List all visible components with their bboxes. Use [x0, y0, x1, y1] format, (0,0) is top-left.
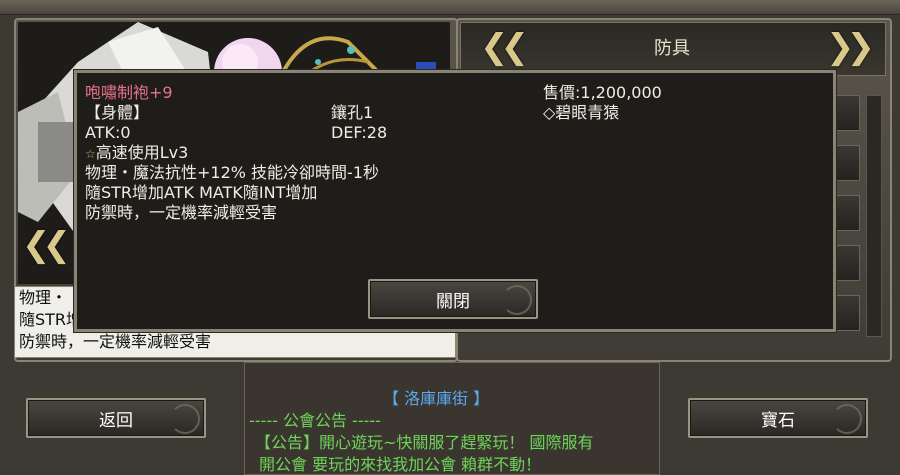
close-button-label: 關閉	[436, 291, 470, 312]
item-slots: 鑲孔1	[331, 103, 374, 122]
item-skill: ☆高速使用Lv3	[85, 143, 188, 164]
item-price: 售價:1,200,000	[543, 83, 662, 102]
announcement-panel: 【 洛庫庫街 】 ----- 公會公告 ----- 【公告】開心遊玩~快關服了趕…	[244, 362, 660, 475]
equipment-slot[interactable]	[832, 95, 860, 131]
category-title: 防具	[654, 38, 690, 59]
description-line-3: 防禦時，一定機率減輕受害	[19, 332, 212, 351]
back-button[interactable]: 返回	[26, 398, 206, 438]
swirl-ornament-icon	[170, 404, 200, 434]
guild-notice-line-2: 開公會 要玩的來找我加公會 賴群不動！	[259, 455, 542, 474]
equipment-slot[interactable]	[832, 295, 860, 331]
item-effect-2: 隨STR增加ATK MATK隨INT增加	[85, 183, 318, 202]
close-button[interactable]: 關閉	[368, 279, 538, 319]
swirl-ornament-icon	[832, 404, 862, 434]
location-label: 【 洛庫庫街 】	[383, 389, 490, 408]
list-scrollbar[interactable]	[866, 95, 882, 337]
item-def: DEF:28	[331, 123, 388, 142]
item-skill-label: 高速使用Lv3	[95, 143, 189, 162]
prev-character-chevron-icon[interactable]: ❮❮	[22, 228, 71, 262]
gem-button-label: 寶石	[761, 410, 795, 431]
gem-button[interactable]: 寶石	[688, 398, 868, 438]
item-type: 【身體】	[85, 103, 150, 122]
swirl-ornament-icon	[502, 285, 532, 315]
item-name: 咆嘯制袍+9	[85, 83, 173, 102]
back-button-label: 返回	[99, 410, 133, 431]
equipment-slot[interactable]	[832, 245, 860, 281]
item-effect-3: 防禦時，一定機率減輕受害	[85, 203, 278, 222]
item-card: ◇碧眼青猿	[543, 103, 620, 122]
guild-notice-header: ----- 公會公告 -----	[249, 411, 381, 430]
star-icon: ☆	[85, 147, 96, 161]
equipment-slot[interactable]	[832, 195, 860, 231]
item-atk: ATK:0	[85, 123, 131, 142]
item-effect-1: 物理・魔法抗性+12% 技能冷卻時間-1秒	[85, 163, 380, 182]
top-bar	[0, 0, 900, 15]
guild-notice-line-1: 【公告】開心遊玩~快關服了趕緊玩！ 國際服有	[255, 433, 594, 452]
equipment-slot[interactable]	[832, 145, 860, 181]
